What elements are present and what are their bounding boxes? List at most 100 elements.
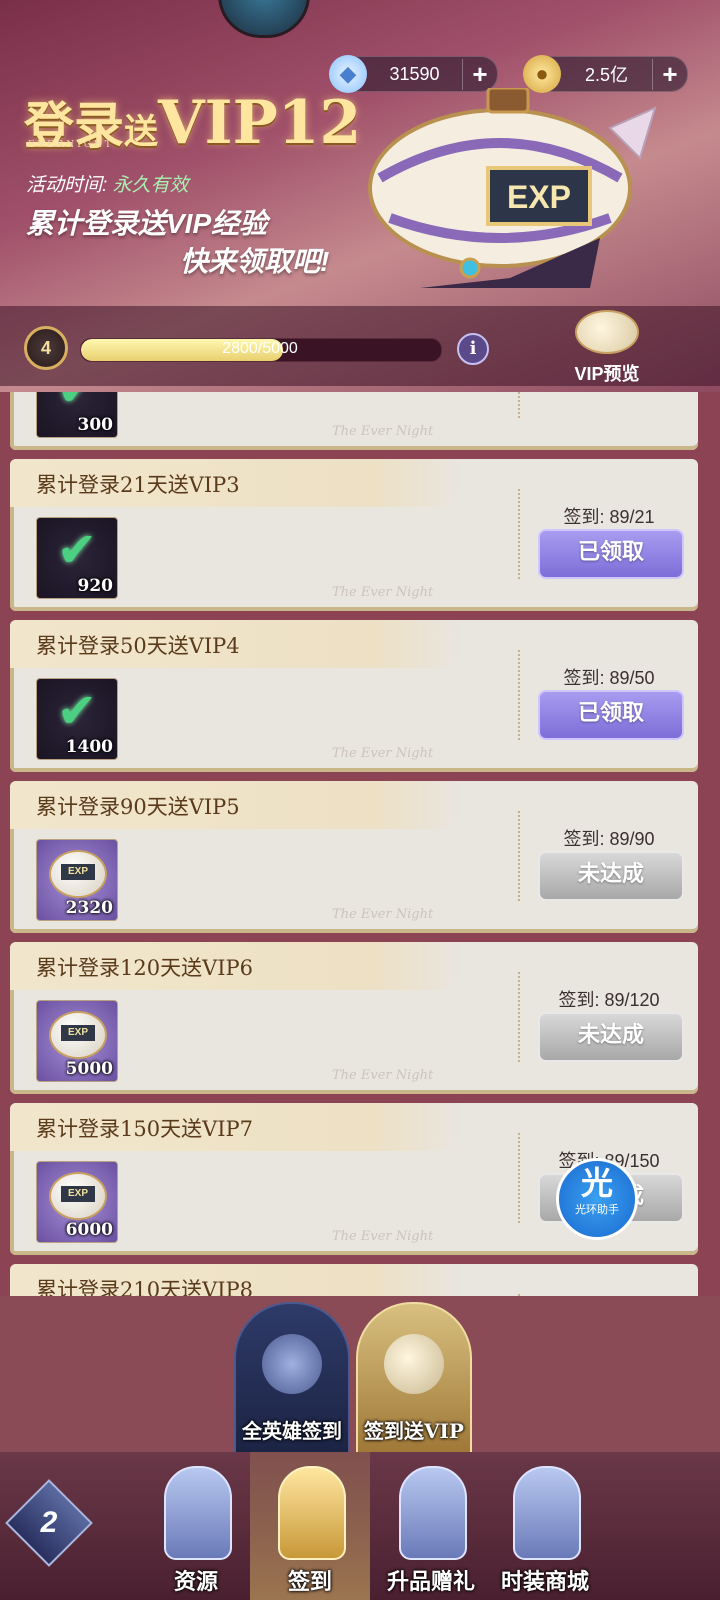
reward-title: 累计登录50天送VIP4 <box>36 634 240 658</box>
exp-balloon-icon[interactable]: EXP 5000 <box>36 1000 118 1082</box>
signin-progress: 签到: 89/120 <box>558 990 660 1010</box>
gold-value: 2.5亿 <box>584 65 629 85</box>
signin-icon <box>278 1466 346 1560</box>
watermark-text: The Ever Night <box>332 585 434 600</box>
hero-emblem-icon <box>262 1334 322 1394</box>
reward-card-body: 累计登录150天送VIP7 EXP 6000 The Ever Night <box>10 1103 530 1255</box>
nav-signin[interactable]: 签到 <box>250 1452 370 1600</box>
resource-icon <box>164 1466 232 1560</box>
airship-icon <box>384 1334 444 1394</box>
fashion-shop-icon <box>513 1466 581 1560</box>
exp-balloon-icon[interactable]: EXP 6000 <box>36 1161 118 1243</box>
reward-card-action: 签到: 89/90 未达成 <box>518 781 698 933</box>
check-icon: ✔ <box>56 524 98 577</box>
avatar-icon[interactable] <box>218 0 310 38</box>
gold-counter: ● 2.5亿 + <box>523 55 688 93</box>
signin-progress: 签到: 89/21 <box>563 507 655 527</box>
reward-card-action: 已领取 <box>518 392 698 450</box>
check-icon: ✔ <box>49 392 105 415</box>
nav-upgrade-gift-label: 升品赠礼 <box>386 1569 475 1594</box>
check-icon: ✔ <box>56 685 98 738</box>
reward-title: 累计登录90天送VIP5 <box>36 795 240 819</box>
balloon-icon: EXP <box>49 1172 107 1220</box>
reward-card: ✔300 The Ever Night 已领取 <box>10 392 710 450</box>
airship-icon <box>575 310 639 354</box>
tab-signin-vip[interactable]: 签到送VIP <box>356 1302 472 1454</box>
claimed-button[interactable]: 已领取 <box>538 529 684 579</box>
event-banner: ◆ 31590 + ● 2.5亿 + 登录送VIP12 EVERNIGHT 活动… <box>0 0 720 392</box>
exp-balloon-icon[interactable]: EXP 2320 <box>36 839 118 921</box>
signin-progress: 签到: 89/90 <box>563 829 655 849</box>
title-part-vip: VIP12 <box>158 88 362 158</box>
event-time-value: 永久有效 <box>112 175 189 196</box>
nav-signin-label: 签到 <box>287 1569 332 1594</box>
reward-quantity: 6000 <box>65 1220 113 1240</box>
event-time-label: 活动时间: <box>26 175 108 196</box>
add-diamond-button[interactable]: + <box>462 58 497 90</box>
vip-level-badge: 4 <box>24 326 68 370</box>
tab-signin-vip-label: 签到送VIP <box>364 1419 464 1443</box>
reward-card-body: 累计登录50天送VIP4 ✔ 1400 The Ever Night <box>10 620 530 772</box>
add-gold-button[interactable]: + <box>652 58 687 90</box>
reward-card-action: 签到: 89/21 已领取 <box>518 459 698 611</box>
watermark-text: The Ever Night <box>332 424 434 439</box>
vip-preview-label: VIP预览 <box>574 364 640 384</box>
bottom-nav: 资源 签到 升品赠礼 时装商城 <box>0 1452 720 1600</box>
claimed-button[interactable]: 已领取 <box>538 690 684 740</box>
exp-airship-illustration: EXP <box>368 88 657 288</box>
card-header: 累计登录50天送VIP4 <box>10 620 460 668</box>
diamond-value: 31590 <box>389 63 440 84</box>
exp-token-icon[interactable]: ✔300 <box>36 392 118 438</box>
watermark-text: The Ever Night <box>332 1068 434 1083</box>
balloon-icon: EXP <box>49 850 107 898</box>
reward-quantity: 920 <box>77 576 114 596</box>
tab-all-hero-signin-label: 全英雄签到 <box>242 1419 342 1443</box>
exp-token-icon[interactable]: ✔ 1400 <box>36 678 118 760</box>
balloon-icon: EXP <box>49 1011 107 1059</box>
reward-quantity: 300 <box>77 415 114 435</box>
slogan-line-2: 快来领取吧! <box>180 246 330 277</box>
game-logo-glyph: 2 <box>40 1506 58 1539</box>
vip-exp-text: 2800/5000 <box>222 340 298 357</box>
subbrand-text: EVERNIGHT <box>28 140 114 150</box>
reward-card-body: 累计登录90天送VIP5 EXP 2320 The Ever Night <box>10 781 530 933</box>
watermark-text: The Ever Night <box>332 1229 434 1244</box>
watermark-text: The Ever Night <box>332 907 434 922</box>
nav-resource[interactable]: 资源 <box>150 1452 242 1600</box>
card-header: 累计登录90天送VIP5 <box>10 781 460 829</box>
tab-all-hero-signin[interactable]: 全英雄签到 <box>234 1302 350 1454</box>
nav-fashion-shop-label: 时装商城 <box>500 1569 589 1594</box>
info-icon[interactable]: i <box>457 333 489 365</box>
reward-title: 累计登录21天送VIP3 <box>36 473 240 497</box>
reward-quantity: 5000 <box>65 1059 113 1079</box>
helper-glyph: 光 <box>580 1165 613 1201</box>
unreached-button[interactable]: 未达成 <box>538 851 684 901</box>
reward-title: 累计登录150天送VIP7 <box>36 1117 254 1141</box>
reward-card: 累计登录50天送VIP4 ✔ 1400 The Ever Night 签到: 89/50… <box>10 620 710 772</box>
slogan-line-1: 累计登录送VIP经验 <box>26 208 268 239</box>
exp-token-icon[interactable]: ✔ 920 <box>36 517 118 599</box>
reward-quantity: 1400 <box>65 737 113 757</box>
nav-resource-label: 资源 <box>173 1569 218 1594</box>
title-part-give: 送 <box>124 112 158 152</box>
card-header: 累计登录150天送VIP7 <box>10 1103 460 1151</box>
card-header: 累计登录21天送VIP3 <box>10 459 460 507</box>
nav-fashion-shop[interactable]: 时装商城 <box>490 1452 600 1600</box>
reward-card: 累计登录21天送VIP3 ✔ 920 The Ever Night 签到: 89/21 已… <box>10 459 710 611</box>
card-header: 累计登录120天送VIP6 <box>10 942 460 990</box>
reward-card-action: 签到: 89/50 已领取 <box>518 620 698 772</box>
svg-text:EXP: EXP <box>507 179 571 215</box>
event-time: 活动时间: 永久有效 <box>26 170 189 197</box>
watermark-text: The Ever Night <box>332 746 434 761</box>
reward-card: 累计登录120天送VIP6 EXP 5000 The Ever Night 签到: 89… <box>10 942 710 1094</box>
helper-label: 光环助手 <box>575 1204 619 1216</box>
vip-preview-button[interactable]: VIP预览 <box>566 310 648 386</box>
signin-progress: 签到: 89/50 <box>563 668 655 688</box>
reward-quantity: 2320 <box>65 898 113 918</box>
nav-upgrade-gift[interactable]: 升品赠礼 <box>376 1452 486 1600</box>
reward-title: 累计登录120天送VIP6 <box>36 956 254 980</box>
reward-card-body: ✔300 The Ever Night <box>10 392 530 450</box>
helper-float-button[interactable]: 光 光环助手 <box>556 1158 638 1240</box>
gift-icon <box>399 1466 467 1560</box>
unreached-button[interactable]: 未达成 <box>538 1012 684 1062</box>
